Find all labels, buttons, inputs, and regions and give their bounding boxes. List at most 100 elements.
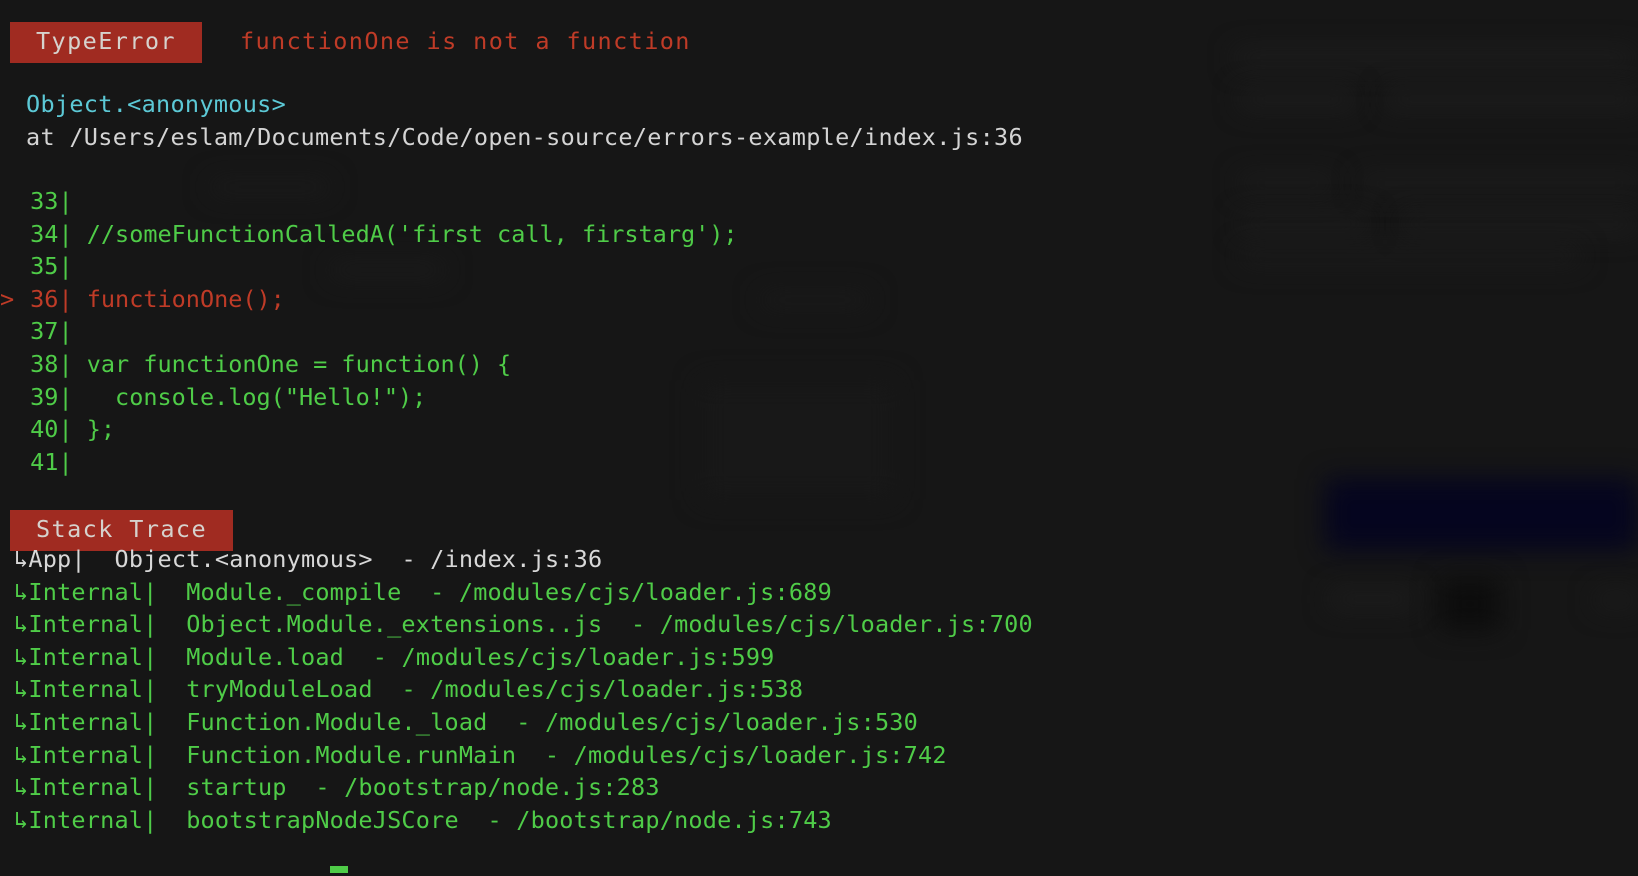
code-line-number: 38	[16, 349, 59, 378]
stack-frame-separator: -	[516, 707, 531, 736]
stack-frame-separator: -	[631, 610, 646, 639]
code-error-marker	[0, 446, 16, 479]
code-line-number: 35	[16, 252, 59, 281]
code-line-number: 39	[16, 382, 59, 411]
code-source-text: var functionOne = function() {	[72, 349, 512, 378]
code-line-error: > 36| functionOne();	[0, 283, 738, 316]
stack-frame-scope: Internal|	[28, 805, 158, 834]
stack-frame-function: Object.<anonymous>	[114, 545, 373, 573]
stack-frame-function: Function.Module.runMain	[186, 740, 517, 769]
code-error-marker	[0, 250, 16, 283]
stack-frame-separator: -	[544, 740, 560, 769]
stack-frame-internal[interactable]: ↳Internal| bootstrapNodeJSCore - /bootst…	[14, 804, 1033, 837]
code-frame: 33| 34| //someFunctionCalledA('first cal…	[0, 185, 738, 478]
arrow-right-down-icon: ↳	[14, 773, 29, 802]
code-gutter-bar: |	[58, 284, 73, 313]
stack-frame-path: /bootstrap/node.js:743	[516, 805, 832, 834]
code-error-marker	[0, 381, 16, 414]
stack-frame-internal[interactable]: ↳Internal| Object.Module._extensions..js…	[14, 608, 1033, 641]
code-error-marker	[0, 315, 16, 348]
arrow-right-down-icon: ↳	[14, 577, 29, 606]
stack-frame-separator: -	[315, 773, 330, 802]
arrow-right-down-icon: ↳	[14, 642, 29, 671]
stack-frame-separator: -	[372, 642, 388, 671]
code-line: 38| var functionOne = function() {	[0, 348, 738, 381]
code-error-marker: >	[0, 284, 15, 313]
code-line: 41|	[0, 446, 738, 479]
code-gutter-bar: |	[58, 349, 73, 378]
stack-frame-function: Module._compile	[186, 577, 402, 606]
stack-frame-path: /modules/cjs/loader.js:689	[458, 577, 832, 606]
stack-frame-internal[interactable]: ↳Internal| Module.load - /modules/cjs/lo…	[14, 641, 1033, 674]
code-line-number: 34	[16, 219, 59, 248]
stack-frame-function: Module.load	[186, 642, 345, 671]
code-gutter-bar: |	[58, 382, 73, 411]
stack-frame-function: bootstrapNodeJSCore	[186, 805, 459, 834]
code-source-text: //someFunctionCalledA('first call, first…	[72, 219, 738, 248]
error-type-badge: TypeError	[10, 22, 202, 63]
code-line: 33|	[0, 185, 738, 218]
code-gutter-bar: |	[58, 219, 73, 248]
arrow-right-down-icon: ↳	[14, 740, 29, 769]
code-gutter-bar: |	[58, 415, 73, 444]
code-line-number: 36	[16, 284, 59, 313]
stack-frame-path: /modules/cjs/loader.js:538	[430, 675, 804, 704]
terminal-output: TypeError functionOne is not a function O…	[0, 0, 1638, 876]
code-line-number: 37	[16, 317, 59, 346]
stack-frame-internal[interactable]: ↳Internal| tryModuleLoad - /modules/cjs/…	[14, 673, 1033, 706]
stack-frame-path: /modules/cjs/loader.js:530	[544, 707, 918, 736]
stack-frame-scope: Internal|	[28, 610, 158, 639]
error-message: functionOne is not a function	[239, 27, 691, 55]
stack-frame-separator: -	[401, 545, 416, 573]
stack-frame-function: Function.Module._load	[186, 707, 488, 736]
stack-frame-internal[interactable]: ↳Internal| Module._compile - /modules/cj…	[14, 576, 1033, 609]
stack-frame-function: tryModuleLoad	[186, 675, 373, 704]
code-error-marker	[0, 218, 16, 251]
code-line-number: 41	[16, 447, 59, 476]
stack-frame-scope: Internal|	[28, 740, 158, 769]
stack-frame-path: /modules/cjs/loader.js:700	[659, 610, 1033, 639]
stack-frame-scope: Internal|	[28, 675, 158, 704]
stack-frame-separator: -	[401, 675, 416, 704]
stack-frame-function: Object.Module._extensions..js	[186, 610, 603, 639]
arrow-right-down-icon: ↳	[14, 545, 29, 573]
code-line-number: 33	[16, 187, 59, 215]
code-gutter-bar: |	[58, 252, 73, 281]
code-source-text: console.log("Hello!");	[72, 382, 427, 411]
stack-frame-scope: App|	[28, 545, 86, 573]
stack-frame-separator: -	[430, 577, 445, 606]
error-header: TypeError functionOne is not a function	[10, 22, 691, 63]
code-error-marker	[0, 413, 16, 446]
stack-frame-scope: Internal|	[28, 707, 158, 736]
stack-frame-app[interactable]: ↳App| Object.<anonymous> - /index.js:36	[14, 543, 1033, 576]
stack-frame-path: /index.js:36	[430, 545, 603, 573]
arrow-right-down-icon: ↳	[14, 610, 29, 639]
code-line-number: 40	[16, 415, 59, 444]
stack-frame-internal[interactable]: ↳Internal| startup - /bootstrap/node.js:…	[14, 771, 1033, 804]
stack-frame-path: /modules/cjs/loader.js:599	[401, 642, 775, 671]
code-line: 37|	[0, 315, 738, 348]
stack-frame-scope: Internal|	[28, 773, 158, 802]
code-line: 39| console.log("Hello!");	[0, 381, 738, 414]
code-gutter-bar: |	[58, 187, 73, 215]
error-origin: Object.<anonymous>	[26, 90, 287, 118]
arrow-right-down-icon: ↳	[14, 707, 29, 736]
code-error-marker	[0, 348, 16, 381]
code-line: 40| };	[0, 413, 738, 446]
stack-frame-scope: Internal|	[28, 577, 158, 606]
stack-frame-separator: -	[487, 805, 502, 834]
error-location-path: at /Users/eslam/Documents/Code/open-sour…	[26, 123, 1023, 151]
code-source-text: };	[72, 415, 116, 444]
stack-frame-function: startup	[186, 773, 287, 802]
stack-trace-list: ↳App| Object.<anonymous> - /index.js:36 ↳…	[14, 543, 1033, 836]
stack-frame-internal[interactable]: ↳Internal| Function.Module._load - /modu…	[14, 706, 1033, 739]
terminal-cursor	[330, 866, 348, 873]
terminal-window: TypeError functionOne is not a function O…	[0, 0, 1638, 876]
code-gutter-bar: |	[58, 447, 73, 476]
code-line: 34| //someFunctionCalledA('first call, f…	[0, 218, 738, 251]
arrow-right-down-icon: ↳	[14, 805, 29, 834]
stack-frame-internal[interactable]: ↳Internal| Function.Module.runMain - /mo…	[14, 739, 1033, 772]
stack-frame-path: /bootstrap/node.js:283	[344, 773, 660, 802]
code-error-marker	[0, 185, 16, 218]
code-source-text: functionOne();	[72, 284, 285, 313]
